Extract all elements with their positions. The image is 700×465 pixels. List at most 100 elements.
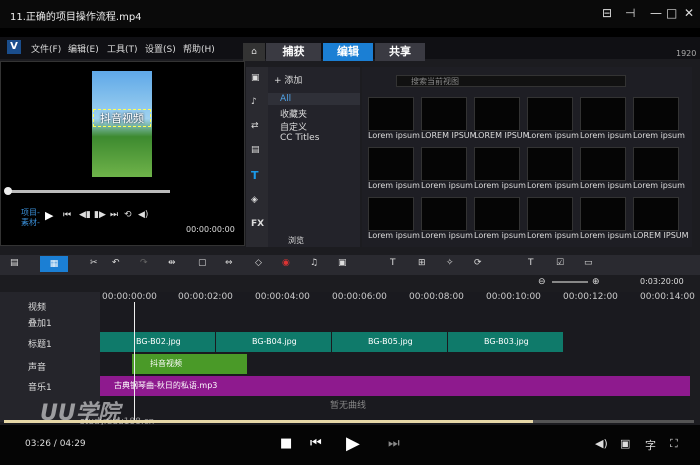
step-back-icon[interactable]: ◀▮ xyxy=(79,210,91,220)
thumb[interactable] xyxy=(580,147,626,181)
video-clip[interactable]: BG-B05.jpg xyxy=(332,332,447,352)
thumb[interactable] xyxy=(421,147,467,181)
thumb[interactable] xyxy=(368,97,414,131)
stop-icon[interactable]: ■ xyxy=(280,436,292,451)
menu-help[interactable]: 帮助(H) xyxy=(183,42,215,55)
volume-icon[interactable]: ◀) xyxy=(138,210,148,220)
playhead[interactable] xyxy=(134,302,135,422)
maximize-icon[interactable]: □ xyxy=(666,6,677,20)
skip-end-icon[interactable]: ⏭ xyxy=(110,210,118,220)
scrubber-handle[interactable] xyxy=(4,187,12,195)
tab-share[interactable]: 共享 xyxy=(375,43,425,61)
thumb[interactable] xyxy=(633,197,679,231)
screenshot-icon[interactable]: ▣ xyxy=(620,437,630,450)
export-icon[interactable]: ▭ xyxy=(584,258,593,268)
play-pause-icon[interactable]: ▶ xyxy=(346,433,360,454)
play-icon[interactable]: ▶ xyxy=(45,209,53,222)
stretch-icon[interactable]: ⇔ xyxy=(225,258,233,268)
mask-icon[interactable]: ▣ xyxy=(338,258,347,268)
tab-edit[interactable]: 编辑 xyxy=(323,43,373,61)
music-icon[interactable]: ♪ xyxy=(251,97,257,107)
tree-item-favorites[interactable]: 收藏夹 xyxy=(280,107,307,120)
audio-icon[interactable]: ♫ xyxy=(310,258,318,268)
thumb[interactable] xyxy=(527,197,573,231)
thumb[interactable] xyxy=(368,147,414,181)
video-clip[interactable]: BG-B04.jpg xyxy=(216,332,331,352)
thumb[interactable] xyxy=(421,197,467,231)
tab-capture[interactable]: 捕获 xyxy=(266,43,321,61)
music-clip[interactable]: 古典钢琴曲-秋日的私语.mp3 xyxy=(100,376,690,396)
timeline-view-icon[interactable]: ▦ xyxy=(40,256,68,272)
menu-settings[interactable]: 设置(S) xyxy=(145,42,176,55)
minimize-tray-icon[interactable]: ⊟ xyxy=(602,6,612,20)
zoom-timecode[interactable]: 0:03:20:00 xyxy=(640,277,684,286)
video-clip[interactable]: BG-B02.jpg xyxy=(100,332,215,352)
thumb[interactable] xyxy=(421,97,467,131)
thumb-label: Lorem ipsum xyxy=(580,131,632,140)
thumb[interactable] xyxy=(580,97,626,131)
motion-icon[interactable]: ◇ xyxy=(255,258,262,268)
title-icon[interactable]: T xyxy=(390,258,396,268)
search-input[interactable]: 搜索当前视图 xyxy=(396,75,626,87)
skip-start-icon[interactable]: ⏮ xyxy=(63,210,71,220)
tree-item-all[interactable]: All xyxy=(280,94,291,104)
zoom-out-icon[interactable]: ⊖ xyxy=(538,277,546,287)
record-icon[interactable]: ◉ xyxy=(282,258,290,268)
minimize-icon[interactable]: — xyxy=(650,6,662,20)
redo-icon[interactable]: ↷ xyxy=(140,258,148,268)
repeat-icon[interactable]: ⟲ xyxy=(124,210,132,220)
graphics-icon[interactable]: ◈ xyxy=(251,195,258,205)
thumb[interactable] xyxy=(368,197,414,231)
add-button[interactable]: + 添加 xyxy=(274,73,302,86)
zoom-slider[interactable] xyxy=(552,281,588,283)
snapshot-icon[interactable]: ▢ xyxy=(198,258,207,268)
undo-icon[interactable]: ↶ xyxy=(112,258,120,268)
storyboard-view-icon[interactable]: ▤ xyxy=(10,258,19,268)
pin-icon[interactable]: ⊣ xyxy=(625,6,635,20)
scrubber-bar[interactable] xyxy=(5,190,170,193)
thumb[interactable] xyxy=(633,147,679,181)
split-icon[interactable]: ⇹ xyxy=(168,258,176,268)
video-clip[interactable]: BG-B03.jpg xyxy=(448,332,563,352)
current-time: 03:26 xyxy=(25,439,51,449)
tree-item-cc-titles[interactable]: CC Titles xyxy=(280,133,319,143)
browse-label[interactable]: 浏览 xyxy=(288,235,304,246)
zoom-in-icon[interactable]: ⊕ xyxy=(592,277,600,287)
previous-icon[interactable]: ⏮ xyxy=(310,436,322,451)
menu-file[interactable]: 文件(F) xyxy=(31,42,61,55)
grid-icon[interactable]: ⊞ xyxy=(418,258,426,268)
thumb[interactable] xyxy=(633,97,679,131)
title-overlay[interactable]: 抖音视频 xyxy=(93,109,151,127)
tools-icon[interactable]: ✂ xyxy=(90,258,98,268)
tree-item-custom[interactable]: 自定义 xyxy=(280,120,307,133)
thumb[interactable] xyxy=(527,97,573,131)
title-tool-icon[interactable]: T xyxy=(251,169,259,182)
home-icon[interactable]: ⌂ xyxy=(243,43,265,61)
thumb[interactable] xyxy=(527,147,573,181)
3d-title-icon[interactable]: T xyxy=(528,258,534,268)
thumb[interactable] xyxy=(474,97,520,131)
transition-icon[interactable]: ⇄ xyxy=(251,121,259,131)
next-icon[interactable]: ⏭ xyxy=(388,436,400,451)
subtitle-icon[interactable]: 字 xyxy=(645,437,656,453)
effect-icon[interactable]: ✧ xyxy=(446,258,454,268)
loop-icon[interactable]: ⟳ xyxy=(474,258,482,268)
timeline-area[interactable]: 00:00:00:00 00:00:02:00 00:00:04:00 00:0… xyxy=(100,292,695,422)
menu-edit[interactable]: 编辑(E) xyxy=(68,42,99,55)
step-forward-icon[interactable]: ▮▶ xyxy=(94,210,106,220)
thumb[interactable] xyxy=(474,197,520,231)
clip-mode-label[interactable]: 素材- xyxy=(21,217,40,228)
thumb[interactable] xyxy=(474,147,520,181)
fx-icon[interactable]: FX xyxy=(251,219,264,229)
fullscreen-icon[interactable]: ⛶ xyxy=(670,437,678,451)
thumb[interactable] xyxy=(580,197,626,231)
ruler-label: 00:00:02:00 xyxy=(178,292,233,302)
image-icon[interactable]: ▤ xyxy=(251,145,260,155)
media-icon[interactable]: ▣ xyxy=(251,73,260,83)
preview-timecode[interactable]: 00:00:00:00 xyxy=(186,225,235,234)
close-icon[interactable]: ✕ xyxy=(684,6,694,20)
menu-tools[interactable]: 工具(T) xyxy=(107,42,138,55)
volume-icon[interactable]: ◀) xyxy=(595,437,608,450)
checkbox-icon[interactable]: ☑ xyxy=(556,258,564,268)
title-clip[interactable]: 抖音视频 xyxy=(132,354,247,374)
